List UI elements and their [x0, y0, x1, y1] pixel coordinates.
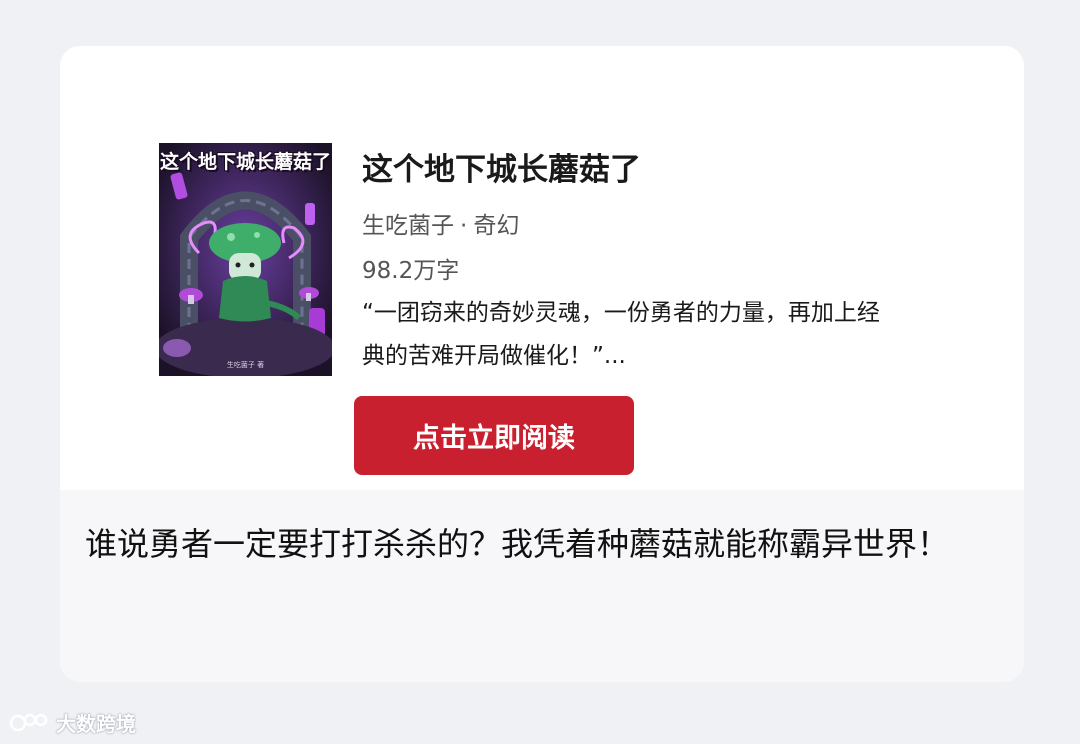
watermark-text: 大数跨境	[56, 712, 136, 736]
cover-title-text: 这个地下城长蘑菇了	[159, 151, 331, 173]
read-now-button[interactable]: 点击立即阅读	[354, 396, 634, 475]
book-blurb: “一团窃来的奇妙灵魂，一份勇者的力量，再加上经典的苦难开局做催化！”...	[362, 300, 880, 369]
book-cover-image[interactable]: 这个地下城长蘑菇了 生吃菌子 著	[159, 143, 332, 376]
book-title[interactable]: 这个地下城长蘑菇了	[362, 144, 641, 189]
book-author[interactable]: 生吃菌子	[362, 213, 454, 239]
book-info-panel: 这个地下城长蘑菇了 生吃菌子 著 这个地下城长蘑菇了 生吃菌子 · 奇幻 98.2万…	[60, 46, 1024, 490]
book-word-count: 98.2万字	[362, 258, 460, 284]
book-promo-card: 这个地下城长蘑菇了 生吃菌子 著 这个地下城长蘑菇了 生吃菌子 · 奇幻 98.2万…	[60, 46, 1024, 682]
cover-author-text: 生吃菌子 著	[226, 361, 265, 369]
brand-logo-icon	[9, 713, 48, 731]
book-meta: 生吃菌子 · 奇幻	[362, 206, 519, 240]
watermark: 大数跨境	[8, 708, 136, 737]
promo-tagline: 谁说勇者一定要打打杀杀的？我凭着种蘑菇就能称霸异世界！	[85, 525, 950, 563]
page: 这个地下城长蘑菇了 生吃菌子 著 这个地下城长蘑菇了 生吃菌子 · 奇幻 98.2万…	[0, 0, 1080, 744]
book-genre[interactable]: 奇幻	[473, 213, 519, 239]
cover-illustration	[159, 143, 332, 376]
meta-separator: ·	[460, 213, 468, 239]
